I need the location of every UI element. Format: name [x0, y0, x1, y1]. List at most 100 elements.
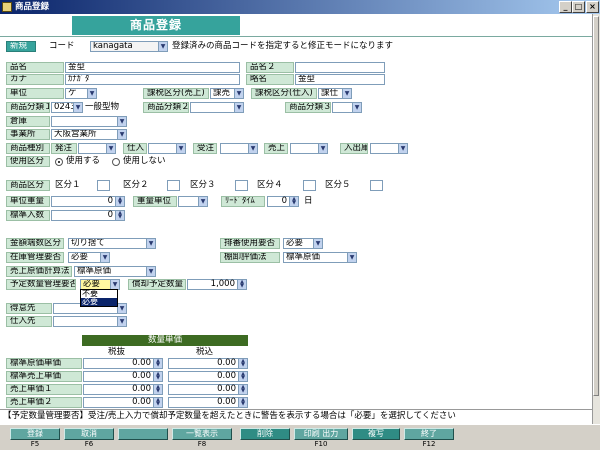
cat3-select[interactable]: ▼ — [332, 102, 362, 113]
chevron-down-icon[interactable]: ▼ — [398, 144, 407, 153]
spinner-arrows-icon[interactable]: ▲ ▼ — [238, 398, 247, 407]
price-row-ex-input[interactable]: 0.00 ▲ ▼ — [83, 358, 163, 369]
minimize-button[interactable]: _ — [559, 1, 572, 13]
maximize-button[interactable]: □ — [572, 1, 585, 13]
chevron-down-icon[interactable]: ▼ — [198, 197, 207, 206]
chevron-down-icon[interactable]: ▼ — [352, 103, 361, 112]
price-row-in-input[interactable]: 0.00 ▲ ▼ — [168, 358, 248, 369]
chevron-down-icon[interactable]: ▼ — [176, 144, 185, 153]
ryakumei-input[interactable]: 金型 — [295, 74, 385, 85]
tax-purchase-select[interactable]: 課仕 ▼ — [318, 88, 352, 99]
tanaoroshi-select[interactable]: 標準原価 ▼ — [283, 252, 357, 263]
spinner-arrows-icon[interactable]: ▲ ▼ — [237, 280, 246, 289]
price-row-ex-input[interactable]: 0.00 ▲ ▼ — [83, 397, 163, 408]
zaiko-select[interactable]: 必要 ▼ — [68, 252, 110, 263]
kubun1-checkbox[interactable] — [97, 180, 110, 191]
kubun4-checkbox[interactable] — [303, 180, 316, 191]
spinner-arrows-icon[interactable]: ▲ ▼ — [238, 372, 247, 381]
f5-caption: F5 — [30, 440, 40, 448]
shubetsu-shiire-select[interactable]: ▼ — [148, 143, 186, 154]
shiiresaki-select[interactable]: ▼ — [53, 316, 127, 327]
kubun3-checkbox[interactable] — [235, 180, 248, 191]
hasu-select[interactable]: 切り捨て ▼ — [68, 238, 156, 249]
usage-use-radio[interactable] — [55, 158, 63, 166]
chevron-down-icon[interactable]: ▼ — [100, 253, 109, 262]
code-input[interactable]: kanagata ▼ — [90, 41, 168, 52]
chevron-down-icon[interactable]: ▼ — [117, 304, 126, 313]
spinner-arrows-icon[interactable]: ▲ ▼ — [115, 211, 124, 220]
shubetsu-hacchu-select[interactable]: ▼ — [78, 143, 116, 154]
price-row-ex-input[interactable]: 0.00 ▲ ▼ — [83, 384, 163, 395]
chevron-down-icon[interactable]: ▼ — [146, 267, 155, 276]
chevron-down-icon[interactable]: ▼ — [117, 117, 126, 126]
chevron-down-icon[interactable]: ▼ — [117, 130, 126, 139]
price-row-in-input[interactable]: 0.00 ▲ ▼ — [168, 397, 248, 408]
spinner-arrows-icon[interactable]: ▲ ▼ — [289, 197, 298, 206]
chevron-down-icon[interactable]: ▼ — [158, 42, 167, 51]
exit-button[interactable]: 終了 — [404, 428, 454, 440]
spinner-arrows-icon[interactable]: ▲ ▼ — [115, 197, 124, 206]
register-button[interactable]: 登録 — [10, 428, 60, 440]
kubun2-checkbox[interactable] — [167, 180, 180, 191]
shubetsu-juchu-select[interactable]: ▼ — [220, 143, 258, 154]
chevron-down-icon[interactable]: ▼ — [117, 317, 126, 326]
shubetsu-hacchu-label: 発注 — [51, 143, 77, 154]
juryotani-select[interactable]: ▼ — [178, 196, 208, 207]
spinner-arrows-icon[interactable]: ▲ ▼ — [238, 385, 247, 394]
chevron-down-icon[interactable]: ▼ — [248, 144, 257, 153]
chevron-down-icon[interactable]: ▼ — [106, 144, 115, 153]
print-output-button[interactable]: 印刷 出力 — [294, 428, 348, 440]
cat3-label: 商品分類３ — [285, 102, 331, 113]
chevron-down-icon[interactable]: ▼ — [347, 253, 356, 262]
spinner-arrows-icon[interactable]: ▲ ▼ — [153, 385, 162, 394]
chevron-down-icon[interactable]: ▼ — [234, 103, 243, 112]
cancel-button[interactable]: 取消 — [64, 428, 114, 440]
tani-select[interactable]: ケ ▼ — [65, 88, 97, 99]
price-row-in-input[interactable]: 0.00 ▲ ▼ — [168, 384, 248, 395]
tanijuryo-input[interactable]: 0 ▲ ▼ — [51, 196, 125, 207]
copy-button[interactable]: 複写 — [352, 428, 400, 440]
price-row-in-input[interactable]: 0.00 ▲ ▼ — [168, 371, 248, 382]
dropdown-option-hitsuyou[interactable]: 必要 — [81, 298, 117, 306]
leadtime-label: ﾘｰﾄﾞﾀｲﾑ — [221, 196, 265, 207]
chevron-down-icon[interactable]: ▼ — [87, 89, 96, 98]
yotei-dropdown-list[interactable]: 不要 必要 — [80, 289, 118, 307]
urigenka-select[interactable]: 標準原価 ▼ — [74, 266, 156, 277]
hinmei2-input[interactable] — [295, 62, 385, 73]
chevron-down-icon[interactable]: ▼ — [313, 239, 322, 248]
leadtime-input[interactable]: 0 ▲ ▼ — [267, 196, 299, 207]
chevron-down-icon[interactable]: ▼ — [234, 89, 243, 98]
hyojun-iri-input[interactable]: 0 ▲ ▼ — [51, 210, 125, 221]
cat1-select[interactable]: 0243 ▼ — [51, 102, 83, 113]
price-row-ex-input[interactable]: 0.00 ▲ ▼ — [83, 371, 163, 382]
chevron-down-icon[interactable]: ▼ — [342, 89, 351, 98]
chevron-down-icon[interactable]: ▼ — [318, 144, 327, 153]
tax-sales-select[interactable]: 課売 ▼ — [210, 88, 244, 99]
cat2-select[interactable]: ▼ — [190, 102, 244, 113]
kubun5-checkbox[interactable] — [370, 180, 383, 191]
shubetsu-uriage-select[interactable]: ▼ — [290, 143, 328, 154]
jigyousho-select[interactable]: 大阪営業所 ▼ — [51, 129, 127, 140]
zaiko-label: 在庫管理要否 — [6, 252, 64, 263]
chevron-down-icon[interactable]: ▼ — [146, 239, 155, 248]
usage-nouse-radio[interactable] — [112, 158, 120, 166]
shubetsu-nyushukko-select[interactable]: ▼ — [370, 143, 408, 154]
spinner-arrows-icon[interactable]: ▲ ▼ — [238, 359, 247, 368]
ryakumei-label: 略名 — [246, 74, 294, 85]
chevron-down-icon[interactable]: ▼ — [110, 280, 119, 289]
scrollbar-thumb[interactable] — [593, 16, 599, 396]
chevron-down-icon[interactable]: ▼ — [73, 103, 82, 112]
delete-button[interactable]: 削除 — [240, 428, 290, 440]
kana-input[interactable]: ｶﾅｶﾞﾀ — [65, 74, 240, 85]
spinner-arrows-icon[interactable]: ▲ ▼ — [153, 398, 162, 407]
blank-f7-button[interactable] — [118, 428, 168, 440]
close-button[interactable]: × — [586, 1, 599, 13]
haiban-select[interactable]: 必要 ▼ — [283, 238, 323, 249]
shokyaku-input[interactable]: 1,000 ▲ ▼ — [187, 279, 247, 290]
hinmei-input[interactable]: 金型 — [65, 62, 240, 73]
souko-select[interactable]: ▼ — [51, 116, 127, 127]
list-view-button[interactable]: 一覧表示 — [172, 428, 232, 440]
f8-caption: F8 — [197, 440, 207, 448]
spinner-arrows-icon[interactable]: ▲ ▼ — [153, 359, 162, 368]
spinner-arrows-icon[interactable]: ▲ ▼ — [153, 372, 162, 381]
